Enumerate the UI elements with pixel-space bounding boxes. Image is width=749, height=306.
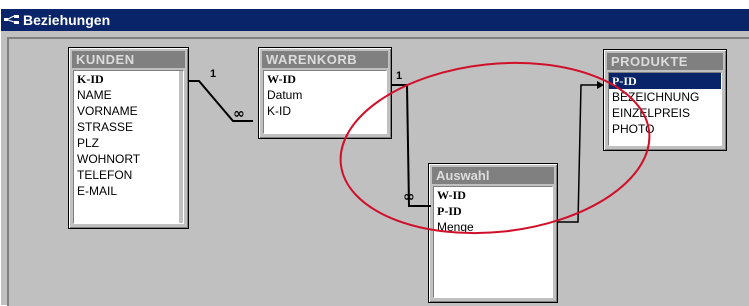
window-title: Beziehungen — [23, 12, 111, 28]
cardinality-one-label: 1 — [210, 68, 216, 80]
cardinality-many-label: ∞ — [233, 106, 245, 122]
relationships-window: Beziehungen KUNDEN K-ID NAME VORNAME STR… — [0, 8, 749, 306]
title-bar[interactable]: Beziehungen — [1, 9, 749, 31]
relationships-canvas[interactable]: KUNDEN K-ID NAME VORNAME STRASSE PLZ WOH… — [7, 37, 749, 306]
relationship-kunden-warenkorb[interactable]: 1 ∞ — [189, 68, 253, 122]
cardinality-many-label: ∞ — [403, 189, 415, 205]
relationship-arrow-icon — [597, 81, 604, 89]
cardinality-one-label: 1 — [396, 70, 402, 82]
relationship-auswahl-produkte[interactable] — [558, 81, 604, 223]
relationship-lines: 1 ∞ 1 ∞ — [189, 61, 651, 235]
relationships-icon — [4, 15, 19, 24]
highlight-circle — [339, 61, 651, 235]
